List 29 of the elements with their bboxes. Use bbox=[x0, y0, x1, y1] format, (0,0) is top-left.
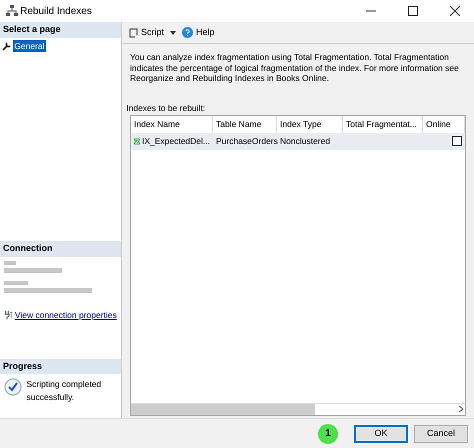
scrollbar-thumb[interactable] bbox=[131, 404, 315, 415]
section-header: Select a page bbox=[0, 22, 121, 38]
table-cell-text: PurchaseOrders bbox=[215, 134, 277, 148]
scroll-right-icon[interactable] bbox=[458, 406, 463, 412]
table-cell: IX_ExpectedDel... bbox=[142, 134, 210, 148]
table-cell-text: Nonclustered bbox=[279, 134, 332, 148]
script-button[interactable]: Script bbox=[128, 26, 164, 40]
script-icon bbox=[128, 28, 138, 38]
progress-message: Scripting completed successfully. bbox=[26, 378, 102, 404]
help-button[interactable]: Help bbox=[182, 26, 215, 40]
window-title: Rebuild Indexes bbox=[20, 4, 92, 18]
page-item[interactable]: General bbox=[13, 40, 46, 52]
online-checkbox[interactable] bbox=[452, 136, 462, 146]
app-icon bbox=[6, 5, 18, 17]
maximize-icon[interactable] bbox=[408, 6, 418, 16]
section-header: Connection bbox=[0, 241, 121, 256]
wrench-icon bbox=[2, 42, 12, 50]
dialog-button[interactable]: Cancel bbox=[414, 424, 468, 442]
connection-link[interactable]: View connection properties bbox=[14, 309, 117, 322]
table-label: Indexes to be rebuilt: bbox=[126, 103, 206, 113]
section-header: Progress bbox=[0, 358, 121, 374]
dialog-button[interactable]: OK bbox=[354, 424, 408, 442]
callout-badge: 1 bbox=[318, 424, 338, 444]
success-check-icon bbox=[4, 378, 22, 396]
description-text: You can analyze index fragmentation using Total Fragmentation. Total Fragmentation indicates the percentage of logical fragmentation of the index. For more information see Reorganize and Rebuilding Indexes in Books Online. bbox=[129, 51, 460, 86]
help-icon bbox=[182, 27, 194, 38]
dropdown-caret-icon[interactable] bbox=[170, 30, 176, 34]
success-icon bbox=[134, 136, 140, 147]
close-icon[interactable] bbox=[450, 6, 460, 16]
